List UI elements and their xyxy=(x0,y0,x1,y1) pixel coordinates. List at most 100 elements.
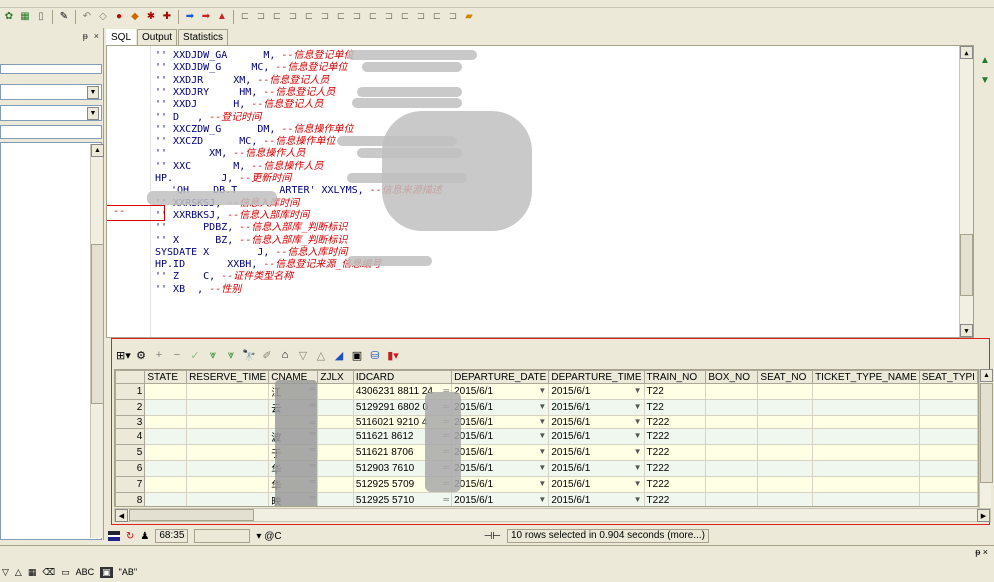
grid-cell[interactable] xyxy=(812,428,920,445)
ellipsis-icon[interactable]: ═ xyxy=(443,495,449,504)
table-row[interactable]: 7华═512925 5709═2015/6/1▼2015/6/1▼T222 xyxy=(115,476,978,493)
tab-sql[interactable]: SQL xyxy=(106,29,137,45)
table-row[interactable]: 8映═512925 5710═2015/6/1▼2015/6/1▼T222 xyxy=(115,492,978,506)
grid-cell[interactable]: 2015/6/1 ▼ xyxy=(548,383,645,400)
pin-icon[interactable]: ᵽ × xyxy=(975,547,988,557)
column-header[interactable]: IDCARD xyxy=(352,370,453,384)
chevron-down-icon[interactable]: ▼ xyxy=(634,463,642,472)
chevron-down-icon[interactable]: ▼ xyxy=(634,495,642,504)
grid-cell[interactable] xyxy=(317,428,354,445)
fetch-next-icon[interactable]: ⩔ xyxy=(206,349,220,362)
chevron-down-icon[interactable]: ▼ xyxy=(538,447,546,456)
grid-cell[interactable] xyxy=(812,444,920,461)
table-row[interactable]: 3═5116021 9210 4═2015/6/1▼2015/6/1▼T222 xyxy=(115,415,978,429)
grid-cell[interactable] xyxy=(757,460,814,477)
grid-cell[interactable] xyxy=(757,444,814,461)
grid-cell[interactable] xyxy=(186,383,270,400)
row-number[interactable]: 2 xyxy=(115,399,146,416)
prev-bookmark-icon[interactable]: ⊐ xyxy=(382,10,396,24)
filter-icon[interactable]: ▽ xyxy=(296,349,310,362)
grid-cell[interactable] xyxy=(705,476,759,493)
grid-cell[interactable] xyxy=(918,415,978,429)
uppercase-icon[interactable]: ⊏ xyxy=(302,10,316,24)
scroll-up-icon[interactable]: ▲ xyxy=(91,144,104,157)
lowercase-icon[interactable]: ⊐ xyxy=(318,10,332,24)
grid-cell[interactable]: 2015/6/1 ▼ xyxy=(548,444,645,461)
unindent-icon[interactable]: ⊐ xyxy=(254,10,268,24)
grid-cell[interactable] xyxy=(144,415,188,429)
scroll-left-icon[interactable]: ◀ xyxy=(115,509,128,522)
replace-icon[interactable]: ⊏ xyxy=(430,10,444,24)
stop-icon[interactable]: ● xyxy=(112,10,126,24)
grid-cell[interactable] xyxy=(317,383,354,400)
grid-cell[interactable] xyxy=(144,399,188,416)
grid-cell[interactable] xyxy=(317,476,354,493)
grid-cell[interactable] xyxy=(317,415,354,429)
format-icon[interactable]: ⊏ xyxy=(334,10,348,24)
grid-cell[interactable] xyxy=(918,476,978,493)
clear-bookmarks-icon[interactable]: ⊏ xyxy=(398,10,412,24)
grid-cell[interactable]: T222 xyxy=(643,444,707,461)
grid-cell[interactable]: 2015/6/1 ▼ xyxy=(451,492,550,506)
grid-cell[interactable]: T222 xyxy=(643,476,707,493)
record-icon[interactable]: ◆ xyxy=(128,10,142,24)
grid-cell[interactable] xyxy=(757,492,814,506)
grid-cell[interactable] xyxy=(144,460,188,477)
comment-icon[interactable]: ⊏ xyxy=(270,10,284,24)
ab-quote-label[interactable]: "AB" xyxy=(119,567,137,577)
print-icon[interactable]: ▮▾ xyxy=(386,349,400,362)
table-row[interactable]: 6华═512903 7610═2015/6/1▼2015/6/1▼T222 xyxy=(115,460,978,477)
step-into-icon[interactable]: ➡ xyxy=(183,10,197,24)
grid-cell[interactable] xyxy=(144,383,188,400)
chevron-down-icon[interactable]: ▼ xyxy=(634,402,642,411)
grid-cell[interactable]: T222 xyxy=(643,415,707,429)
undo-icon[interactable]: ↶ xyxy=(80,10,94,24)
grid-cell[interactable] xyxy=(186,428,270,445)
grid-cell[interactable]: 2015/6/1 ▼ xyxy=(451,415,550,429)
grid-cell[interactable]: 2015/6/1 ▼ xyxy=(548,476,645,493)
grid-cell[interactable]: 2015/6/1 ▼ xyxy=(451,476,550,493)
grid-cell[interactable]: 2015/6/1 ▼ xyxy=(548,492,645,506)
scroll-thumb[interactable] xyxy=(91,244,104,404)
post-changes-icon[interactable]: ✓ xyxy=(188,349,202,362)
grid-cell[interactable] xyxy=(757,399,814,416)
grid-cell[interactable] xyxy=(918,428,978,445)
result-grid[interactable]: STATE RESERVE_TIME CNAME ZJLX IDCARD DEPARTUR… xyxy=(114,369,979,507)
clear-icon[interactable]: ✐ xyxy=(260,349,274,362)
wrench-icon[interactable]: ✎ xyxy=(57,10,71,24)
diamond-icon[interactable]: ◇ xyxy=(96,10,110,24)
grid-cell[interactable] xyxy=(317,399,354,416)
grid-cell[interactable]: T222 xyxy=(643,428,707,445)
grid-cell[interactable]: T22 xyxy=(643,399,707,416)
row-number[interactable]: 4 xyxy=(115,428,146,445)
chevron-down-icon[interactable]: ▼ xyxy=(538,417,546,426)
grid-cell[interactable] xyxy=(317,460,354,477)
sort-icon[interactable]: △ xyxy=(314,349,328,362)
grid-cell[interactable] xyxy=(812,460,920,477)
grid-cell[interactable] xyxy=(812,476,920,493)
object-tree[interactable] xyxy=(0,142,102,540)
uncomment-icon[interactable]: ⊐ xyxy=(286,10,300,24)
left-panel-list[interactable] xyxy=(0,64,102,74)
find-icon[interactable]: ⊐ xyxy=(414,10,428,24)
column-header[interactable]: TICKET_TYPE_NAME xyxy=(812,370,920,384)
grid-cell[interactable] xyxy=(705,428,759,445)
scroll-up-icon[interactable]: ▲ xyxy=(980,369,993,382)
tab-statistics[interactable]: Statistics xyxy=(178,29,229,45)
goto-icon[interactable]: ⊐ xyxy=(446,10,460,24)
row-number[interactable]: 1 xyxy=(115,383,146,400)
window-list-icon[interactable]: ▦ xyxy=(18,10,32,24)
grid-vscroll[interactable]: ▲ xyxy=(979,369,993,508)
window-icon[interactable]: ▭ xyxy=(61,567,70,578)
fetch-last-icon[interactable]: ⩔ xyxy=(224,349,238,362)
grid-cell[interactable]: T22 xyxy=(643,383,707,400)
grid-icon[interactable]: ▦ xyxy=(28,567,37,578)
chevron-down-icon[interactable]: ▼ xyxy=(634,431,642,440)
grid-cell[interactable] xyxy=(757,476,814,493)
row-number[interactable]: 8 xyxy=(115,492,146,506)
lock-icon[interactable]: ⚙ xyxy=(134,349,148,362)
grid-cell[interactable] xyxy=(705,415,759,429)
grid-cell[interactable] xyxy=(317,492,354,506)
next-bookmark-icon[interactable]: ⊏ xyxy=(366,10,380,24)
grid-cell[interactable]: 2015/6/1 ▼ xyxy=(548,428,645,445)
